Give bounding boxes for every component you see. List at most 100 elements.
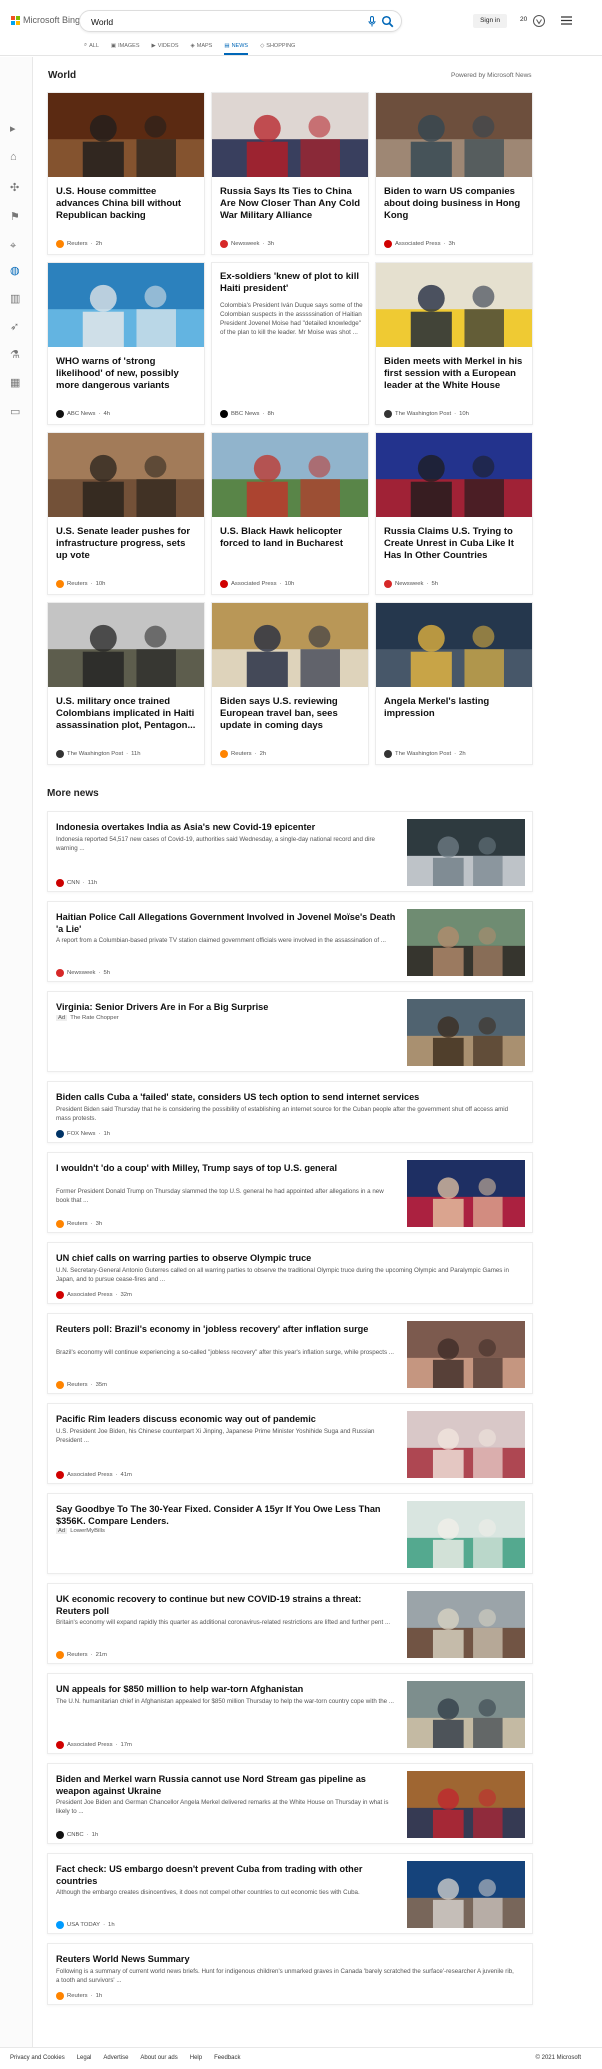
sign-in-button[interactable]: Sign in: [473, 14, 507, 28]
news-card[interactable]: Russia Claims U.S. Trying to Create Unre…: [375, 432, 533, 595]
list-headline[interactable]: Fact check: US embargo doesn't prevent C…: [56, 1863, 396, 1887]
news-source[interactable]: Associated Press · 41m: [56, 1471, 132, 1479]
news-list-item[interactable]: UN chief calls on warring parties to obs…: [47, 1242, 533, 1304]
card-headline[interactable]: Russia Says Its Ties to China Are Now Cl…: [220, 186, 363, 222]
person-mask-photo-icon[interactable]: [48, 93, 205, 177]
tab-videos[interactable]: ▶ VIDEOS: [152, 40, 179, 51]
news-list-item[interactable]: I wouldn't 'do a coup' with Milley, Trum…: [47, 1152, 533, 1233]
news-card[interactable]: Russia Says Its Ties to China Are Now Cl…: [211, 92, 369, 255]
search-input[interactable]: World: [91, 17, 113, 27]
legal-link[interactable]: Legal: [77, 2055, 92, 2061]
news-source[interactable]: Reuters · 21m: [56, 1651, 107, 1659]
news-source[interactable]: CNN · 11h: [56, 879, 97, 887]
card-headline[interactable]: Biden meets with Merkel in his first ses…: [384, 356, 527, 392]
card-headline[interactable]: WHO warns of 'strong likelihood' of new,…: [56, 356, 199, 392]
card-headline[interactable]: Biden says U.S. reviewing European trave…: [220, 696, 363, 732]
news-card[interactable]: Ex-soldiers 'knew of plot to kill Haiti …: [211, 262, 369, 425]
card-headline[interactable]: U.S. military once trained Colombians im…: [56, 696, 199, 732]
news-source[interactable]: The Washington Post · 2h: [384, 750, 466, 758]
news-card[interactable]: Angela Merkel's lasting impression The Wa…: [375, 602, 533, 765]
microphone-icon[interactable]: [368, 16, 376, 27]
tab-all[interactable]: ⌕ ALL: [84, 40, 99, 51]
list-headline[interactable]: Haitian Police Call Allegations Governme…: [56, 911, 396, 935]
news-list-item[interactable]: Haitian Police Call Allegations Governme…: [47, 901, 533, 982]
news-source[interactable]: Reuters · 3h: [56, 1220, 102, 1228]
card-headline[interactable]: U.S. House committee advances China bill…: [56, 186, 199, 222]
tab-images[interactable]: ▣ IMAGES: [111, 40, 140, 51]
news-source[interactable]: USA TODAY · 1h: [56, 1921, 115, 1929]
list-headline[interactable]: Reuters poll: Brazil's economy in 'joble…: [56, 1323, 396, 1335]
list-headline[interactable]: Say Goodbye To The 30-Year Fixed. Consid…: [56, 1503, 396, 1527]
rewards-points[interactable]: 20: [520, 16, 527, 23]
news-list-item[interactable]: Biden calls Cuba a 'failed' state, consi…: [47, 1081, 533, 1143]
news-source[interactable]: ABC News · 4h: [56, 410, 110, 418]
street-crowd-photo-icon[interactable]: [407, 909, 525, 976]
news-source[interactable]: Ad The Rate Chopper: [56, 1015, 119, 1021]
soldiers-photo-icon[interactable]: [48, 603, 205, 687]
news-source[interactable]: Associated Press · 3h: [384, 240, 455, 248]
video-call-photo-icon[interactable]: [407, 1411, 525, 1478]
news-list-item[interactable]: Biden and Merkel warn Russia cannot use …: [47, 1763, 533, 1844]
flask-icon[interactable]: ⚗: [10, 348, 22, 361]
bing-logo[interactable]: Microsoft Bing: [11, 15, 80, 25]
white-house-photo-icon[interactable]: [376, 603, 533, 687]
news-source[interactable]: Associated Press · 17m: [56, 1741, 132, 1749]
calculator-photo-icon[interactable]: [407, 1501, 525, 1568]
list-headline[interactable]: Pacific Rim leaders discuss economic way…: [56, 1413, 396, 1425]
news-source[interactable]: The Washington Post · 11h: [56, 750, 140, 758]
senator-photo-icon[interactable]: [48, 433, 205, 517]
tab-news[interactable]: ▤ NEWS: [224, 40, 248, 55]
landmark-icon[interactable]: ▦: [10, 376, 22, 389]
expand-icon[interactable]: ▸: [10, 122, 22, 135]
help-link[interactable]: Help: [190, 2055, 202, 2061]
crowd-photo-icon[interactable]: [376, 93, 533, 177]
news-source[interactable]: Associated Press · 32m: [56, 1291, 132, 1299]
card-headline[interactable]: Angela Merkel's lasting impression: [384, 696, 527, 720]
advertise-link[interactable]: Advertise: [103, 2055, 128, 2061]
list-headline[interactable]: UK economic recovery to continue but new…: [56, 1593, 396, 1617]
card-headline[interactable]: U.S. Senate leader pushes for infrastruc…: [56, 526, 199, 562]
news-list-item[interactable]: Indonesia overtakes India as Asia's new …: [47, 811, 533, 892]
news-card[interactable]: Biden meets with Merkel in his first ses…: [375, 262, 533, 425]
news-source[interactable]: Newsweek · 5h: [56, 969, 110, 977]
news-source[interactable]: Reuters · 1h: [56, 1992, 102, 2000]
news-source[interactable]: BBC News · 8h: [220, 410, 274, 418]
list-headline[interactable]: Biden calls Cuba a 'failed' state, consi…: [56, 1091, 516, 1103]
news-source[interactable]: Associated Press · 10h: [220, 580, 294, 588]
trump-general-photo-icon[interactable]: [407, 1160, 525, 1227]
news-card[interactable]: U.S. Black Hawk helicopter forced to lan…: [211, 432, 369, 595]
news-list-item[interactable]: Fact check: US embargo doesn't prevent C…: [47, 1853, 533, 1934]
chart-icon[interactable]: ▥: [10, 292, 22, 305]
feedback-link[interactable]: Feedback: [214, 2055, 240, 2061]
news-source[interactable]: The Washington Post · 10h: [384, 410, 469, 418]
search-icon[interactable]: [381, 15, 394, 28]
privacy-link[interactable]: Privacy and Cookies: [10, 2055, 65, 2061]
card-headline[interactable]: Biden to warn US companies about doing b…: [384, 186, 527, 222]
podium-photo-icon[interactable]: [407, 1771, 525, 1838]
list-headline[interactable]: Virginia: Senior Drivers Are in For a Bi…: [56, 1001, 396, 1013]
ad-item[interactable]: Virginia: Senior Drivers Are in For a Bi…: [47, 991, 533, 1072]
card-headline[interactable]: U.S. Black Hawk helicopter forced to lan…: [220, 526, 363, 550]
uk-street-photo-icon[interactable]: [407, 1591, 525, 1658]
search-box[interactable]: World: [79, 10, 402, 32]
market-photo-icon[interactable]: [407, 1321, 525, 1388]
list-headline[interactable]: Biden and Merkel warn Russia cannot use …: [56, 1773, 396, 1797]
list-headline[interactable]: I wouldn't 'do a coup' with Milley, Trum…: [56, 1162, 396, 1174]
driver-photo-icon[interactable]: [407, 999, 525, 1066]
diplomats-photo-icon[interactable]: [212, 93, 369, 177]
who-photo-icon[interactable]: [48, 263, 205, 347]
hamburger-menu-icon[interactable]: [561, 16, 572, 25]
protest-crowd-photo-icon[interactable]: [407, 1861, 525, 1928]
ad-item[interactable]: Say Goodbye To The 30-Year Fixed. Consid…: [47, 1493, 533, 1574]
news-list-item[interactable]: Pacific Rim leaders discuss economic way…: [47, 1403, 533, 1484]
news-list-item[interactable]: UN appeals for $850 million to help war-…: [47, 1673, 533, 1754]
news-card[interactable]: U.S. Senate leader pushes for infrastruc…: [47, 432, 205, 595]
news-list-item[interactable]: UK economic recovery to continue but new…: [47, 1583, 533, 1664]
about-ads-link[interactable]: About our ads: [140, 2055, 177, 2061]
news-source[interactable]: Reuters · 2h: [56, 240, 102, 248]
rewards-icon[interactable]: [532, 14, 546, 28]
ppe-worker-photo-icon[interactable]: [407, 819, 525, 886]
news-card[interactable]: Biden to warn US companies about doing b…: [375, 92, 533, 255]
card-headline[interactable]: Ex-soldiers 'knew of plot to kill Haiti …: [220, 271, 363, 295]
news-card[interactable]: U.S. military once trained Colombians im…: [47, 602, 205, 765]
